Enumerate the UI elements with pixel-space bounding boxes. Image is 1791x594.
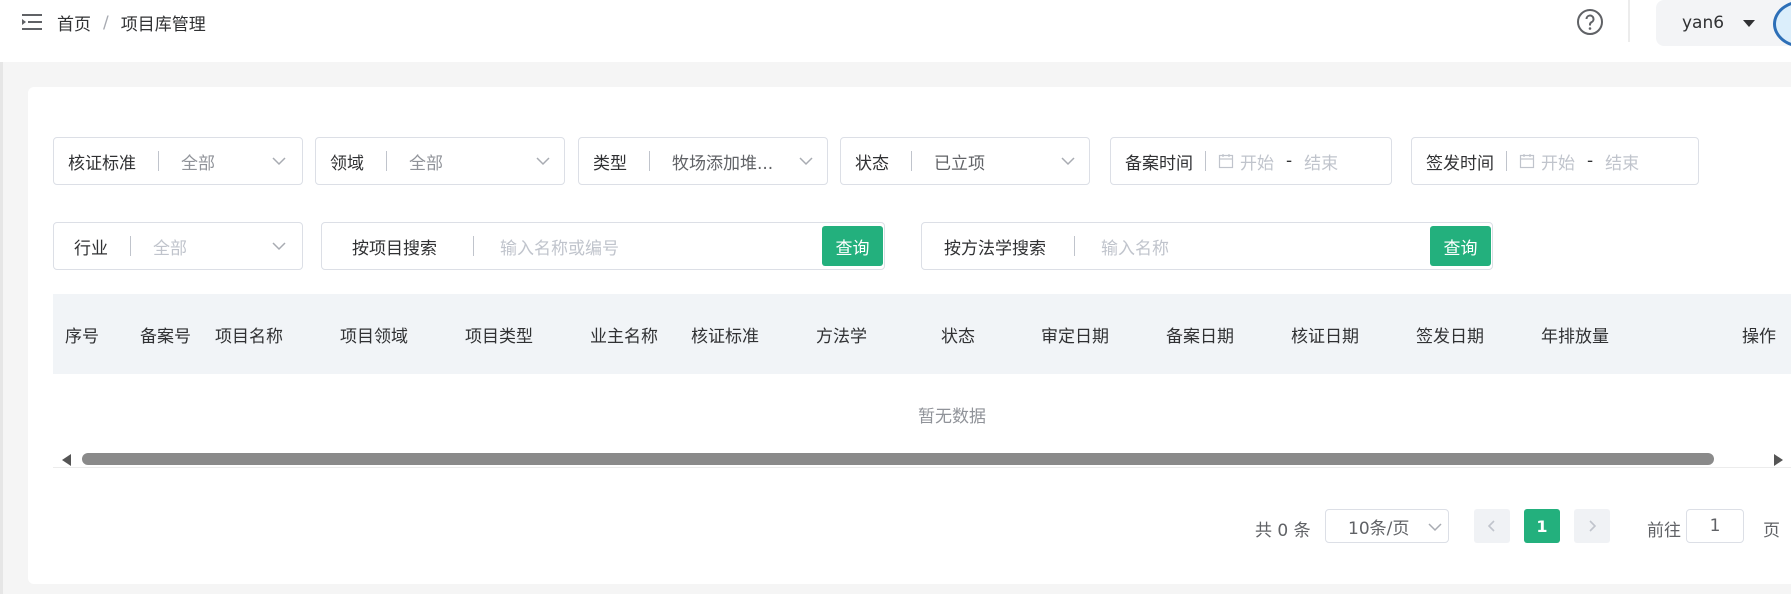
divider [158,151,159,171]
goto-page-suffix: 页 [1763,521,1780,541]
filter-status-label: 状态 [855,153,889,174]
filter-domain[interactable]: 领域 全部 [315,137,565,185]
chevron-down-icon [1061,157,1075,166]
divider [911,151,912,171]
filter-industry[interactable]: 行业 全部 [53,222,303,270]
filter-issue-time-label: 签发时间 [1426,153,1494,174]
filter-type-value: 牧场添加堆... [672,153,774,174]
breadcrumb-home[interactable]: 首页 [57,10,91,35]
range-dash: - [1286,151,1293,171]
help-icon[interactable] [1576,8,1604,36]
column-header: 项目领域 [340,327,408,347]
page-number-current[interactable]: 1 [1524,509,1560,543]
divider [473,236,474,256]
caret-down-icon[interactable] [1743,20,1755,27]
table-empty-text: 暂无数据 [918,407,986,427]
chevron-down-icon [799,157,813,166]
chevron-right-icon [1589,520,1597,532]
method-search-input[interactable]: 输入名称 [1101,234,1169,259]
filter-issue-time[interactable]: 签发时间 开始 - 结束 [1411,137,1699,185]
pagination-total: 共 0 条 [1255,521,1311,541]
filter-industry-label: 行业 [74,238,108,259]
column-header: 项目名称 [215,327,283,347]
filing-start-input[interactable]: 开始 [1240,149,1274,174]
divider [386,151,387,171]
column-header: 状态 [941,327,975,347]
column-header: 核证标准 [691,327,759,347]
chevron-down-icon [272,157,286,166]
column-header: 序号 [65,327,99,347]
project-search-input[interactable]: 输入名称或编号 [500,234,619,259]
column-header: 操作 [1742,327,1776,347]
filter-standard-label: 核证标准 [68,153,136,174]
calendar-icon [1519,154,1535,169]
chevron-down-icon [1428,523,1442,532]
chevron-down-icon [272,242,286,251]
filter-type-label: 类型 [593,153,627,174]
column-header: 备案日期 [1166,327,1234,347]
divider [1506,151,1507,171]
breadcrumb-current: 项目库管理 [120,15,206,35]
menu-fold-icon[interactable] [22,12,44,32]
issue-start-input[interactable]: 开始 [1541,149,1575,174]
user-menu[interactable]: yan6 [1656,0,1791,46]
left-edge [0,62,3,594]
issue-end-input[interactable]: 结束 [1605,149,1639,174]
column-header: 签发日期 [1416,327,1484,347]
goto-page-input[interactable] [1686,509,1744,543]
column-header: 备案号 [140,327,191,347]
range-dash: - [1587,151,1594,171]
filter-standard[interactable]: 核证标准 全部 [53,137,303,185]
method-search-button[interactable]: 查询 [1430,226,1491,266]
filing-end-input[interactable]: 结束 [1304,149,1338,174]
divider [130,236,131,256]
divider [649,151,650,171]
filter-status[interactable]: 状态 已立项 [840,137,1090,185]
calendar-icon [1218,154,1234,169]
table-header: 序号 备案号 项目名称 项目领域 项目类型 业主名称 核证标准 方法学 状态 审… [53,294,1791,374]
column-header: 业主名称 [590,327,658,347]
scrollbar-thumb[interactable] [82,453,1714,465]
filter-status-value: 已立项 [934,153,985,174]
method-search-label: 按方法学搜索 [944,238,1046,259]
chevron-left-icon [1487,520,1495,532]
filter-filing-time-label: 备案时间 [1125,153,1193,174]
chevron-down-icon [536,157,550,166]
breadcrumb: 首页 / 项目库管理 [57,10,206,36]
filter-industry-value: 全部 [153,238,187,259]
project-search: 按项目搜索 输入名称或编号 [321,222,885,270]
scroll-left-arrow-icon[interactable] [62,454,71,466]
column-header: 年排放量 [1541,327,1609,347]
column-header: 方法学 [816,327,867,347]
project-search-button[interactable]: 查询 [822,226,883,266]
goto-label: 前往 [1647,521,1681,541]
filter-standard-value: 全部 [181,153,215,174]
filter-type[interactable]: 类型 牧场添加堆... [578,137,828,185]
top-divider [1628,0,1630,42]
next-page-button[interactable] [1574,509,1610,543]
filter-domain-label: 领域 [330,153,364,174]
filter-domain-value: 全部 [409,153,443,174]
method-search: 按方法学搜索 输入名称 [921,222,1493,270]
filter-filing-time[interactable]: 备案时间 开始 - 结束 [1110,137,1392,185]
top-bar: 首页 / 项目库管理 yan6 [0,0,1791,62]
prev-page-button[interactable] [1474,509,1510,543]
username: yan6 [1682,13,1725,33]
divider [1205,151,1206,171]
scroll-right-arrow-icon[interactable] [1774,454,1783,466]
column-header: 项目类型 [465,327,533,347]
project-search-label: 按项目搜索 [352,238,437,259]
page-size-value: 10条/页 [1348,518,1410,539]
page-size-select[interactable]: 10条/页 [1325,509,1449,543]
divider [1074,236,1075,256]
column-header: 审定日期 [1041,327,1109,347]
breadcrumb-separator: / [103,12,109,33]
column-header: 核证日期 [1291,327,1359,347]
